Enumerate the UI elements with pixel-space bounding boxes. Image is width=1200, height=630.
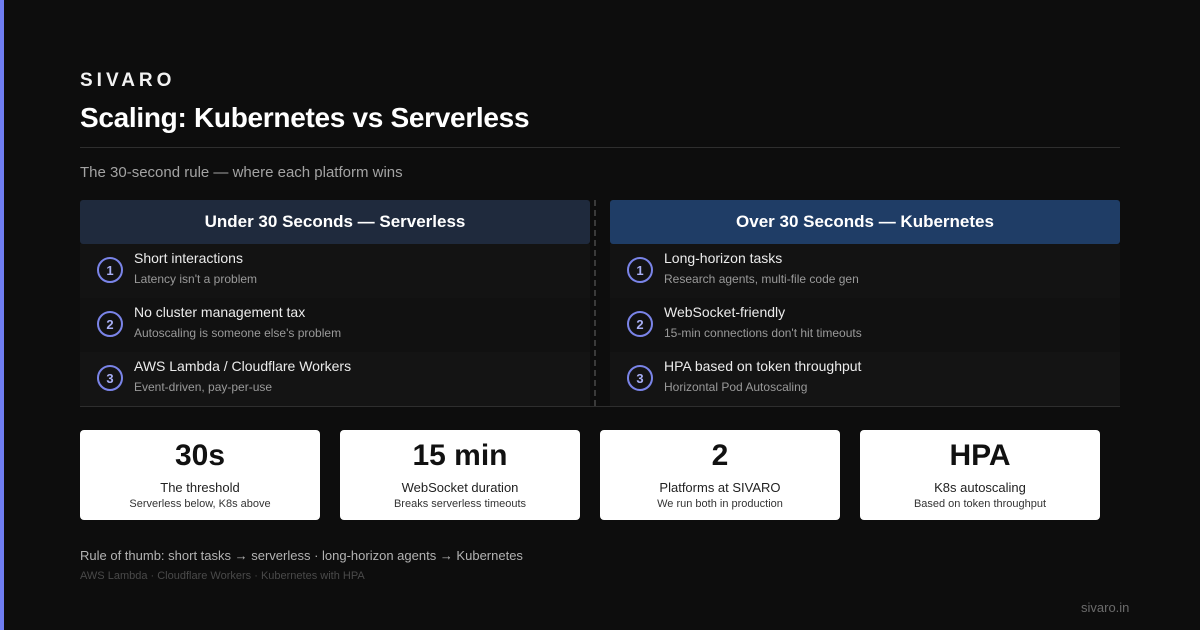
stat-value: 15 min <box>412 439 508 472</box>
list-item: 1 Long-horizon tasks Research agents, mu… <box>610 244 1120 298</box>
list-item: 3 AWS Lambda / Cloudflare Workers Event-… <box>80 352 590 406</box>
page-subtitle: The 30-second rule — where each platform… <box>80 164 403 181</box>
stat-value: 2 <box>711 439 729 472</box>
stat-subtext: We run both in production <box>657 498 783 510</box>
stat-card-websocket: 15 min WebSocket duration Breaks serverl… <box>340 430 580 520</box>
item-title: HPA based on token throughput <box>664 358 862 374</box>
item-subtitle: Latency isn't a problem <box>134 272 258 286</box>
stat-label: The threshold <box>160 480 240 495</box>
stat-label: WebSocket duration <box>401 480 519 495</box>
brand-logo-text: SIVARO <box>80 70 176 91</box>
list-item: 2 WebSocket-friendly 15-min connections … <box>610 298 1120 352</box>
stat-card-hpa: HPA K8s autoscaling Based on token throu… <box>860 430 1100 520</box>
item-subtitle: 15-min connections don't hit timeouts <box>664 326 862 340</box>
page-title: Scaling: Kubernetes vs Serverless <box>80 102 530 133</box>
number-badge: 2 <box>97 311 123 337</box>
item-subtitle: Horizontal Pod Autoscaling <box>664 380 808 394</box>
rule-of-thumb: Rule of thumb: short tasks → serverless … <box>80 548 523 563</box>
stat-subtext: Breaks serverless timeouts <box>393 498 527 510</box>
tech-list: AWS Lambda · Cloudflare Workers · Kubern… <box>80 570 365 582</box>
stat-value: 30s <box>174 439 226 472</box>
stat-card-threshold: 30s The threshold Serverless below, K8s … <box>80 430 320 520</box>
number-badge: 1 <box>97 257 123 283</box>
item-subtitle: Event-driven, pay-per-use <box>134 380 273 394</box>
item-title: WebSocket-friendly <box>664 304 786 320</box>
number-badge: 3 <box>97 365 123 391</box>
stat-label: K8s autoscaling <box>934 480 1026 495</box>
list-item: 3 HPA based on token throughput Horizont… <box>610 352 1120 406</box>
column-serverless: Under 30 Seconds — Serverless 1 Short in… <box>80 200 590 406</box>
column-header-kubernetes: Over 30 Seconds — Kubernetes <box>610 200 1120 244</box>
item-title: Short interactions <box>134 250 243 266</box>
number-badge: 2 <box>627 311 653 337</box>
stat-value: HPA <box>949 439 1011 472</box>
title-divider <box>80 147 1120 148</box>
item-title: AWS Lambda / Cloudflare Workers <box>134 358 352 374</box>
number-badge: 3 <box>627 365 653 391</box>
item-subtitle: Research agents, multi-file code gen <box>664 272 859 286</box>
list-item: 2 No cluster management tax Autoscaling … <box>80 298 590 352</box>
list-item: 1 Short interactions Latency isn't a pro… <box>80 244 590 298</box>
item-title: No cluster management tax <box>134 304 306 320</box>
number-badge: 1 <box>627 257 653 283</box>
column-kubernetes: Over 30 Seconds — Kubernetes 1 Long-hori… <box>610 200 1120 406</box>
column-divider <box>594 200 596 406</box>
stat-label: Platforms at SIVARO <box>659 480 781 495</box>
stat-subtext: Serverless below, K8s above <box>129 498 271 510</box>
column-header-serverless: Under 30 Seconds — Serverless <box>80 200 590 244</box>
site-url: sivaro.in <box>1081 600 1130 615</box>
accent-bar <box>0 0 4 630</box>
stat-subtext: Based on token throughput <box>913 498 1047 510</box>
item-title: Long-horizon tasks <box>664 250 783 266</box>
section-divider <box>80 406 1120 407</box>
stat-card-platforms: 2 Platforms at SIVARO We run both in pro… <box>600 430 840 520</box>
item-subtitle: Autoscaling is someone else's problem <box>134 326 342 340</box>
